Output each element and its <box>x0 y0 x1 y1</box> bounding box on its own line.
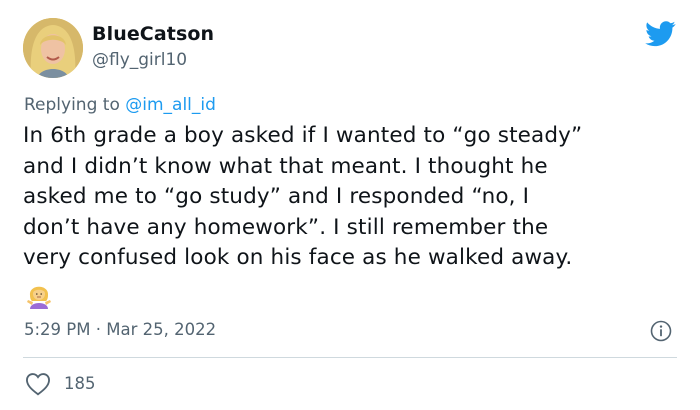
replying-prefix: Replying to <box>24 95 126 115</box>
info-icon[interactable] <box>650 320 672 342</box>
like-count: 185 <box>64 374 96 393</box>
user-handle[interactable]: @fly_girl10 <box>92 50 187 70</box>
person-shrugging-emoji <box>27 286 51 309</box>
divider <box>23 357 677 358</box>
heart-icon[interactable] <box>25 372 51 396</box>
display-name[interactable]: BlueCatson <box>92 23 214 45</box>
replying-mention-link[interactable]: @im_all_id <box>125 95 216 115</box>
twitter-bird-icon[interactable] <box>645 21 676 47</box>
tweet-timestamp[interactable]: 5:29 PM · Mar 25, 2022 <box>24 320 216 339</box>
tweet-text: In 6th grade a boy asked if I wanted to … <box>23 123 583 270</box>
replying-to: Replying to @im_all_id <box>24 95 216 115</box>
avatar[interactable] <box>23 18 83 78</box>
